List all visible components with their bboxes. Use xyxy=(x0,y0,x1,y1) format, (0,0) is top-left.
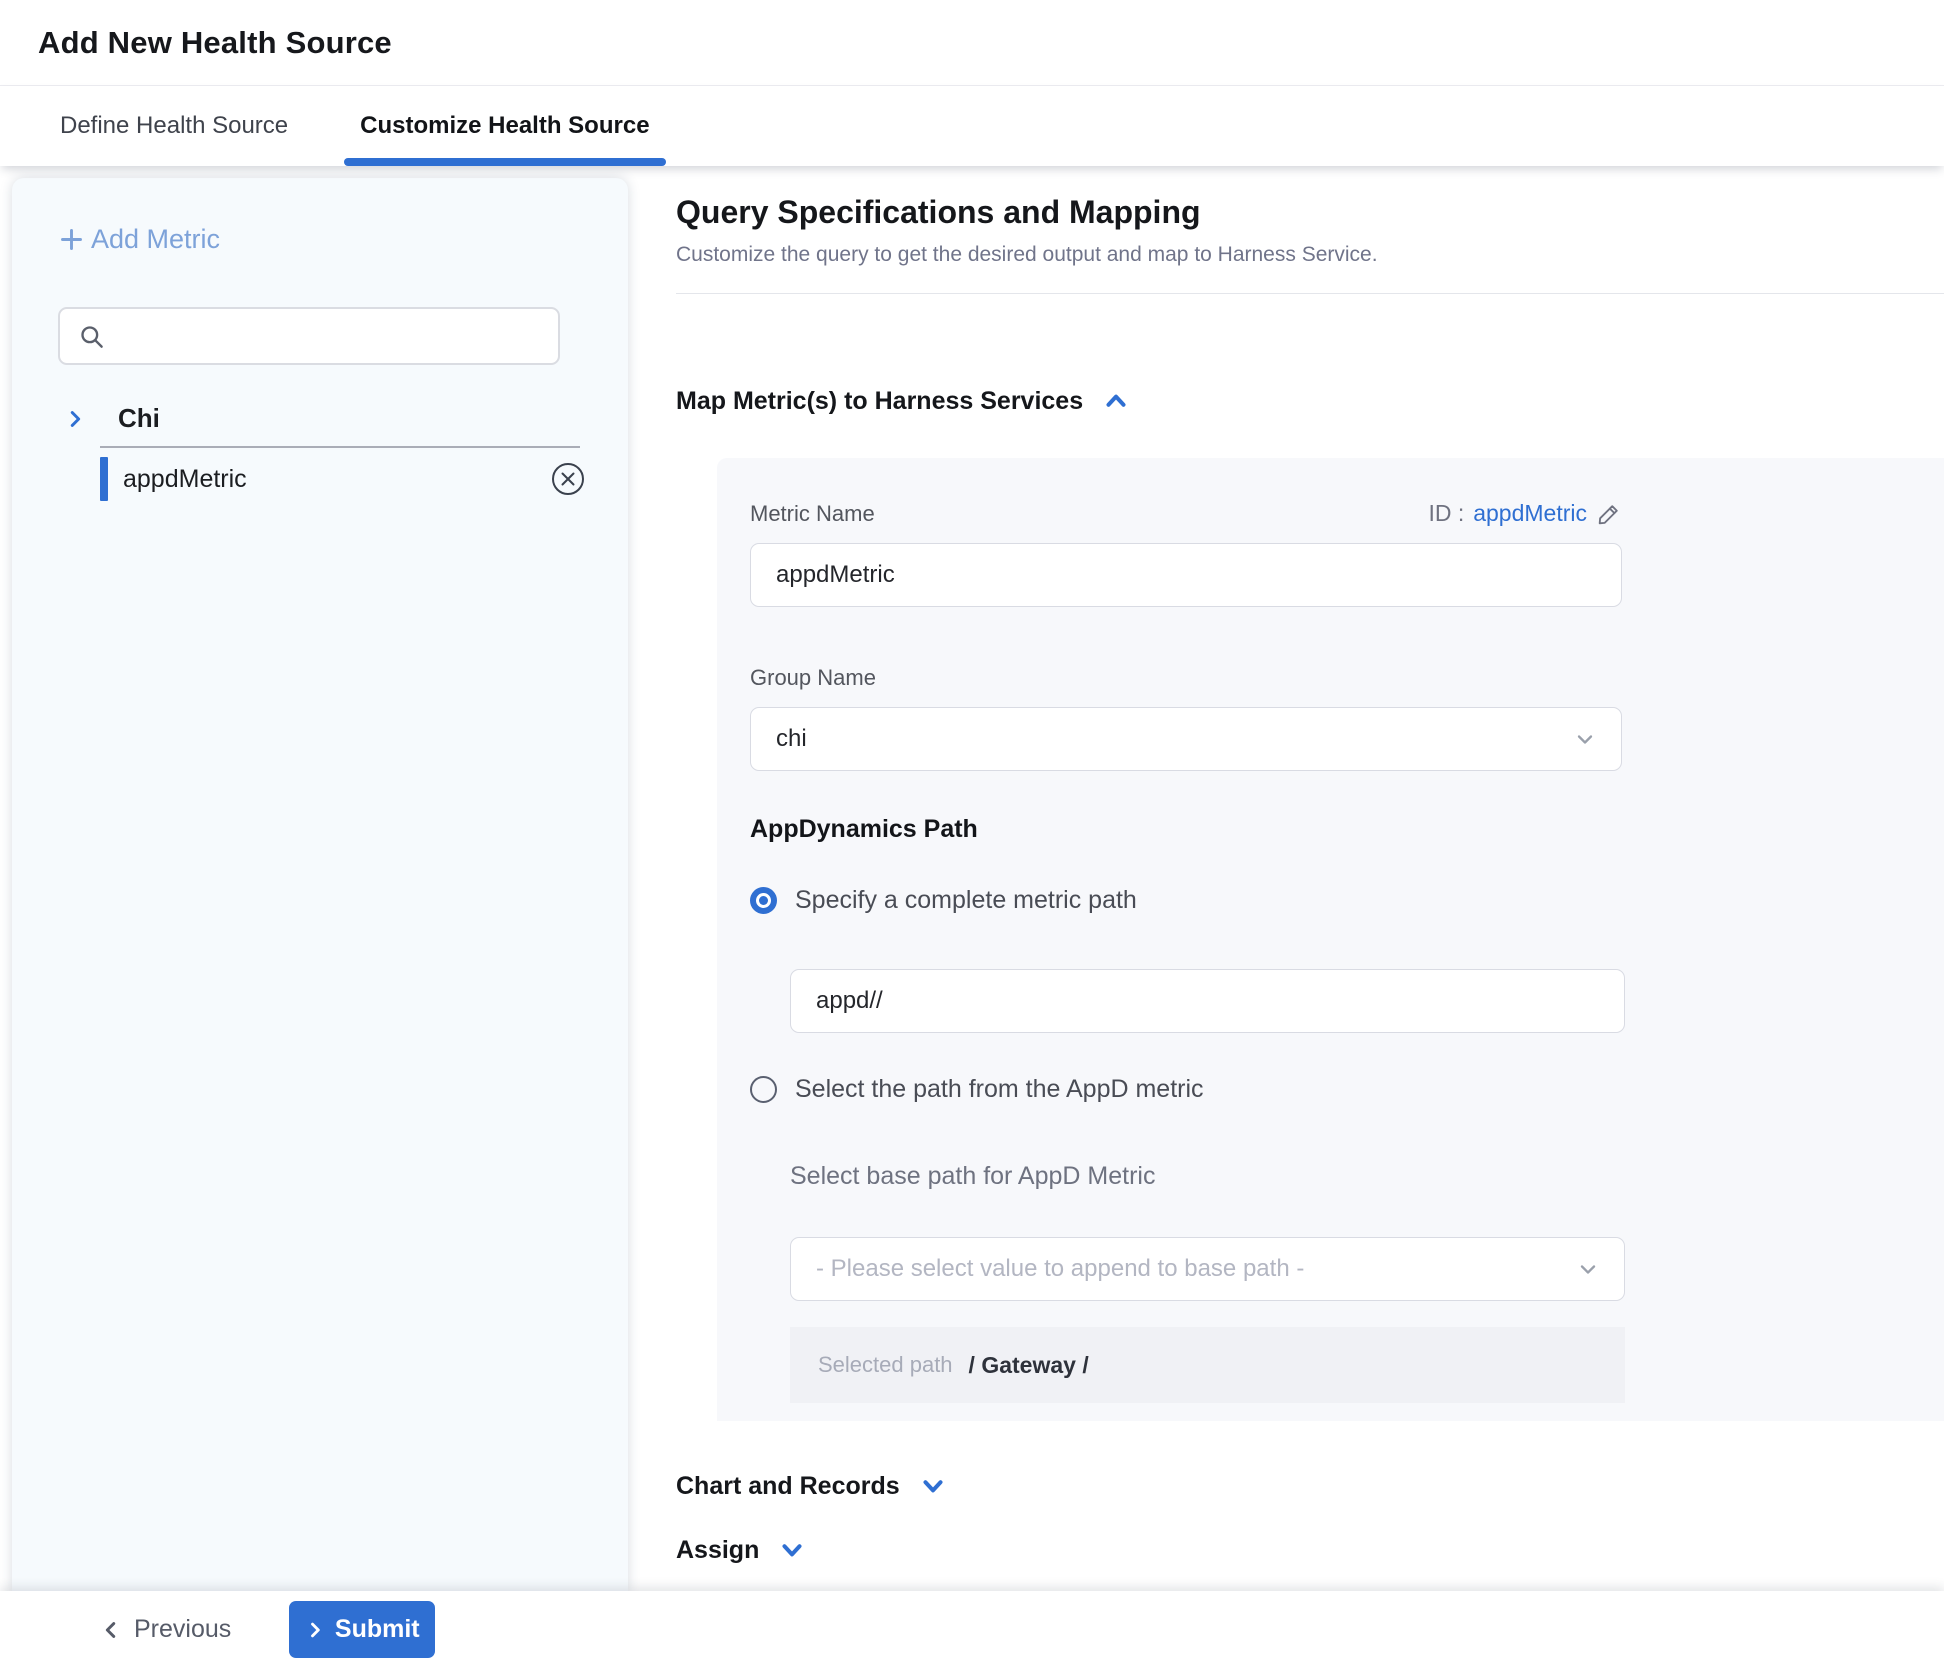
metric-id-value: appdMetric xyxy=(1473,500,1587,527)
base-path-select[interactable]: - Please select value to append to base … xyxy=(790,1237,1625,1301)
group-name-value: chi xyxy=(776,725,807,753)
chart-and-records-section-header[interactable]: Chart and Records xyxy=(676,1471,1944,1501)
chevron-down-icon xyxy=(918,1471,948,1501)
tab-bar: Define Health Source Customize Health So… xyxy=(0,86,1944,166)
tab-customize-health-source[interactable]: Customize Health Source xyxy=(360,86,649,166)
base-path-label: Select base path for AppD Metric xyxy=(790,1162,1944,1191)
query-specifications-panel: Query Specifications and Mapping Customi… xyxy=(637,166,1944,1591)
id-prefix: ID : xyxy=(1428,500,1464,527)
chevron-down-icon xyxy=(1573,727,1597,751)
chevron-right-icon xyxy=(305,1620,325,1640)
content-area: Add Metric Chi xyxy=(0,166,1944,1591)
metric-group-label: Chi xyxy=(118,403,160,434)
map-metrics-section-header[interactable]: Map Metric(s) to Harness Services xyxy=(676,386,1944,416)
metric-list-item-appdmetric[interactable]: appdMetric xyxy=(100,448,586,510)
appdynamics-path-title: AppDynamics Path xyxy=(750,815,1944,844)
tab-label: Customize Health Source xyxy=(360,112,649,140)
group-name-label: Group Name xyxy=(750,665,1944,691)
submit-button[interactable]: Submit xyxy=(289,1601,435,1658)
submit-label: Submit xyxy=(335,1615,420,1644)
footer-bar: Previous Submit xyxy=(0,1591,1944,1668)
delete-metric-button[interactable] xyxy=(550,461,586,497)
radio-complete-metric-path[interactable]: Specify a complete metric path xyxy=(750,886,1944,915)
tab-define-health-source[interactable]: Define Health Source xyxy=(60,86,288,166)
add-metric-label: Add Metric xyxy=(91,224,220,255)
assign-section-header[interactable]: Assign xyxy=(676,1535,1944,1565)
previous-button[interactable]: Previous xyxy=(100,1615,231,1644)
map-metrics-section-title: Map Metric(s) to Harness Services xyxy=(676,387,1083,416)
radio-unselected-icon xyxy=(750,1076,777,1103)
radio-select-path-from-appd[interactable]: Select the path from the AppD metric xyxy=(750,1075,1944,1104)
chevron-right-icon xyxy=(64,408,86,430)
metric-mapping-form: Metric Name ID : appdMetric Group Name c… xyxy=(717,458,1944,1421)
chevron-down-icon xyxy=(1576,1257,1600,1281)
metric-name-input[interactable] xyxy=(750,543,1622,607)
chevron-left-icon xyxy=(100,1619,122,1641)
metrics-sidebar: Add Metric Chi xyxy=(0,166,637,1591)
metric-search-box xyxy=(58,307,560,365)
plus-icon xyxy=(58,226,85,253)
selected-indicator-bar xyxy=(100,457,108,501)
page-title: Add New Health Source xyxy=(38,25,392,61)
metric-item-label: appdMetric xyxy=(123,465,247,494)
selected-path-bar: Selected path / Gateway / xyxy=(790,1327,1625,1403)
edit-pencil-icon[interactable] xyxy=(1596,501,1622,527)
selected-path-value: / Gateway / xyxy=(969,1352,1089,1379)
metric-group-chi[interactable]: Chi xyxy=(12,403,628,434)
chevron-down-icon xyxy=(777,1535,807,1565)
radio-select-label: Select the path from the AppD metric xyxy=(795,1075,1204,1104)
section-page-title: Query Specifications and Mapping xyxy=(676,194,1944,231)
section-page-subtitle: Customize the query to get the desired o… xyxy=(676,243,1944,267)
metric-search-input[interactable] xyxy=(117,322,558,351)
previous-label: Previous xyxy=(134,1615,231,1644)
horizontal-divider xyxy=(676,293,1944,294)
metric-id-chip: ID : appdMetric xyxy=(1428,500,1622,527)
radio-selected-icon xyxy=(750,887,777,914)
search-icon xyxy=(78,323,105,350)
chevron-up-icon xyxy=(1101,386,1131,416)
base-path-placeholder: - Please select value to append to base … xyxy=(816,1255,1304,1283)
tab-label: Define Health Source xyxy=(60,112,288,140)
group-name-select[interactable]: chi xyxy=(750,707,1622,771)
assign-title: Assign xyxy=(676,1536,759,1565)
complete-metric-path-input[interactable] xyxy=(790,969,1625,1033)
dialog-header: Add New Health Source xyxy=(0,0,1944,86)
metric-name-label: Metric Name xyxy=(750,501,875,527)
metrics-sidebar-card: Add Metric Chi xyxy=(12,178,628,1591)
chart-and-records-title: Chart and Records xyxy=(676,1472,900,1501)
radio-complete-label: Specify a complete metric path xyxy=(795,886,1137,915)
selected-path-label: Selected path xyxy=(818,1352,953,1378)
add-metric-button[interactable]: Add Metric xyxy=(58,224,628,255)
